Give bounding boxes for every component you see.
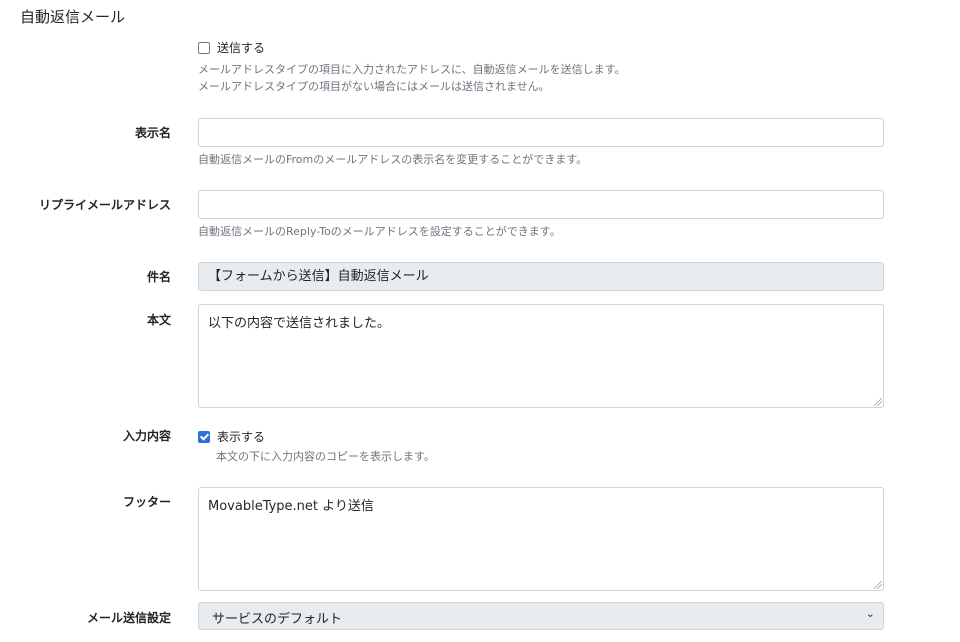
send-checkbox[interactable] [198,41,210,54]
display-name-label: 表示名 [134,126,171,140]
footer-label: フッター [122,495,171,509]
input-content-label: 入力内容 [122,429,171,443]
body-textarea[interactable]: 以下の内容で送信されました。 [198,304,884,408]
mail-setting-label: メール送信設定 [86,611,171,625]
mail-setting-select[interactable]: サービスのデフォルト ⌄ [198,602,884,630]
input-content-checkbox-row[interactable]: 表示する [198,428,265,445]
display-name-input[interactable] [198,118,884,147]
chevron-down-icon: ⌄ [865,607,875,620]
section-title: 自動返信メール [20,8,126,26]
mail-setting-selected: サービスのデフォルト [212,612,343,627]
reply-to-label: リプライメールアドレス [38,198,171,212]
body-label: 本文 [146,313,171,327]
input-content-help: 本文の下に入力内容のコピーを表示します。 [216,450,435,463]
subject-input[interactable]: 【フォームから送信】自動返信メール [198,262,884,291]
resize-handle-icon[interactable] [874,398,882,406]
send-help-line1: メールアドレスタイプの項目に入力されたアドレスに、自動返信メールを送信します。 [198,63,626,76]
reply-to-input[interactable] [198,190,884,219]
footer-textarea[interactable]: MovableType.net より送信 [198,487,884,591]
send-checkbox-label: 送信する [217,41,266,55]
reply-to-help: 自動返信メールのReply-Toのメールアドレスを設定することができます。 [198,225,561,238]
resize-handle-icon[interactable] [874,581,882,589]
input-content-checkbox[interactable] [198,430,210,443]
body-text: 以下の内容で送信されました。 [208,316,391,331]
subject-label: 件名 [146,270,171,284]
display-name-help: 自動返信メールのFromのメールアドレスの表示名を変更することができます。 [198,153,588,166]
send-help-line2: メールアドレスタイプの項目がない場合にはメールは送信されません。 [198,80,550,93]
footer-text: MovableType.net より送信 [208,499,374,514]
input-content-checkbox-label: 表示する [217,430,266,444]
send-checkbox-row[interactable]: 送信する [198,39,265,56]
